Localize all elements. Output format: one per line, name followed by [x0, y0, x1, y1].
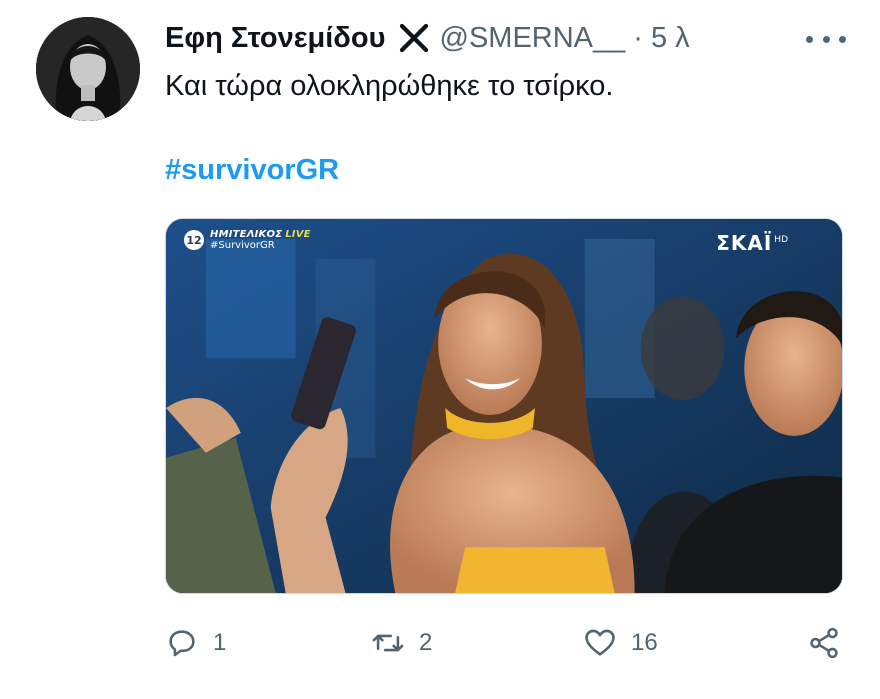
media-image	[166, 219, 842, 593]
tweet: Εφη Στονεμίδου @SMERNA__ · 5 λ Και τώρα …	[0, 0, 880, 699]
network-logo: ΣΚΑΪ HD	[716, 231, 788, 255]
channel-badge: 12	[184, 230, 204, 250]
retweet-button[interactable]: 2	[371, 621, 432, 665]
share-button[interactable]	[807, 621, 841, 665]
tweet-media[interactable]: 12 ΗΜΙΤΕΛΙΚΟΣ LIVE #SurvivorGR ΣΚΑΪ HD	[165, 218, 843, 594]
tweet-actions: 1 2 16	[165, 621, 845, 665]
timestamp[interactable]: 5 λ	[651, 18, 690, 58]
network-suffix: HD	[774, 235, 788, 246]
share-icon	[810, 627, 838, 659]
retweet-count: 2	[419, 629, 433, 656]
channel-overlay: 12 ΗΜΙΤΕΛΙΚΟΣ LIVE #SurvivorGR	[184, 229, 311, 251]
user-handle[interactable]: @SMERNA__	[440, 18, 626, 58]
avatar[interactable]	[36, 17, 140, 121]
program-label: ΗΜΙΤΕΛΙΚΟΣ	[210, 229, 283, 240]
display-name[interactable]: Εφη Στονεμίδου	[165, 18, 386, 58]
reply-count: 1	[213, 629, 227, 656]
x-icon	[398, 22, 430, 54]
more-options-button[interactable]	[806, 26, 846, 52]
heart-icon	[585, 629, 615, 656]
like-count: 16	[631, 629, 658, 656]
hashtag-link[interactable]: #survivorGR	[165, 150, 339, 190]
reply-icon	[169, 630, 195, 657]
reply-button[interactable]: 1	[165, 621, 226, 665]
separator-dot: ·	[633, 22, 643, 54]
retweet-icon	[372, 634, 404, 652]
like-button[interactable]: 16	[583, 621, 658, 665]
tweet-header: Εφη Στονεμίδου @SMERNA__ · 5 λ	[165, 18, 690, 58]
avatar-image	[36, 17, 140, 121]
tweet-text: Και τώρα ολοκληρώθηκε το τσίρκο.	[165, 70, 614, 102]
more-dots-icon	[806, 35, 813, 43]
live-label: LIVE	[285, 229, 311, 240]
network-name: ΣΚΑΪ	[716, 231, 773, 255]
overlay-hashtag: #SurvivorGR	[210, 240, 275, 251]
